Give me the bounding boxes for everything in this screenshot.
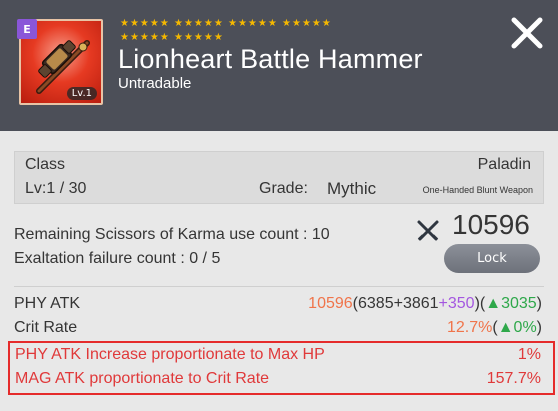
phy-atk-delta: ▲3035 bbox=[485, 295, 537, 312]
level-value: Lv:1 / 30 bbox=[25, 180, 87, 197]
grade-badge: E bbox=[17, 19, 37, 39]
item-name: Lionheart Battle Hammer bbox=[118, 44, 423, 74]
crit-rate-delta: ▲0% bbox=[497, 319, 537, 336]
grade-label: Grade: bbox=[259, 180, 308, 197]
crit-rate-total: 12.7% bbox=[447, 319, 493, 336]
phy-atk-total: 10596 bbox=[308, 295, 353, 312]
star-row: ★★★★★ ★★★★★ ★★★★★ ★★★★★ bbox=[120, 18, 332, 29]
crit-rate-close: ) bbox=[536, 319, 542, 336]
item-details-panel: Class Paladin Lv:1 / 30 Grade: Mythic On… bbox=[0, 131, 558, 411]
info-box: Class Paladin Lv:1 / 30 Grade: Mythic On… bbox=[14, 151, 544, 204]
weapon-type: One-Handed Blunt Weapon bbox=[422, 185, 533, 195]
phy-atk-close: ) bbox=[536, 295, 542, 312]
class-value: Paladin bbox=[477, 156, 531, 173]
exaltation-count: Exaltation failure count : 0 / 5 bbox=[14, 250, 221, 267]
phy-atk-bonus: +350 bbox=[438, 295, 475, 312]
crit-rate-label: Crit Rate bbox=[14, 319, 78, 336]
scissors-count: Remaining Scissors of Karma use count : … bbox=[14, 226, 330, 243]
crossed-swords-icon bbox=[417, 220, 439, 241]
special-stat-label: MAG ATK proportionate to Crit Rate bbox=[15, 370, 270, 387]
tradability-label: Untradable bbox=[118, 75, 192, 92]
special-stat-label: PHY ATK Increase proportionate to Max HP bbox=[15, 346, 325, 363]
stat-row-phy-atk: PHY ATK 10596(6385+3861+350)(▲3035) bbox=[14, 295, 544, 319]
item-header: E Lv.1 ★★★★★ ★★★★★ ★★★★★ ★★★★★ ★★★★★ ★★★… bbox=[0, 0, 558, 131]
star-row: ★★★★★ ★★★★★ bbox=[120, 32, 224, 43]
grade-value: Mythic bbox=[327, 179, 377, 198]
class-label: Class bbox=[25, 156, 66, 173]
phy-atk-separator: )( bbox=[474, 295, 486, 312]
special-stat-value: 1% bbox=[517, 346, 541, 363]
lock-button[interactable]: Lock bbox=[444, 244, 540, 273]
close-button[interactable] bbox=[508, 14, 546, 52]
phy-atk-value: 10596(6385+3861+350)(▲3035) bbox=[308, 295, 542, 313]
stat-row-crit-rate: Crit Rate 12.7%(▲0%) bbox=[14, 319, 544, 343]
level-badge: Lv.1 bbox=[66, 87, 97, 100]
close-icon bbox=[511, 17, 543, 49]
phy-atk-breakdown: (6385+3861 bbox=[352, 295, 439, 312]
special-stats-highlight: PHY ATK Increase proportionate to Max HP… bbox=[8, 341, 555, 395]
enhancement-stars: ★★★★★ ★★★★★ ★★★★★ ★★★★★ ★★★★★ ★★★★★ bbox=[120, 17, 420, 45]
special-stat-value: 157.7% bbox=[486, 370, 541, 387]
phy-atk-label: PHY ATK bbox=[14, 295, 81, 312]
divider bbox=[14, 286, 544, 287]
power-score: 10596 bbox=[452, 209, 530, 240]
crit-rate-value: 12.7%(▲0%) bbox=[447, 319, 542, 337]
